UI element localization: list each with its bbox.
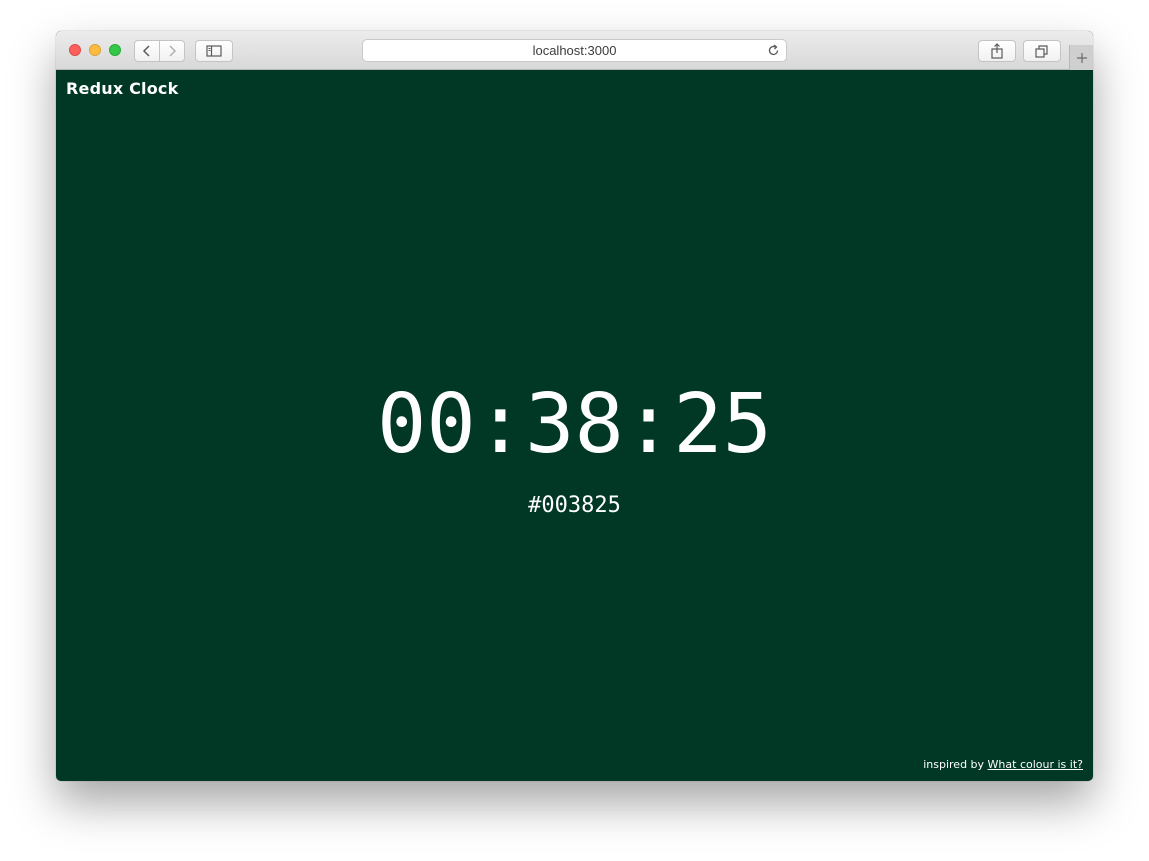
reload-button[interactable] bbox=[766, 43, 781, 58]
clock-time: 00:38:25 bbox=[377, 377, 772, 472]
back-button[interactable] bbox=[134, 40, 160, 62]
share-button[interactable] bbox=[978, 40, 1016, 62]
close-window-button[interactable] bbox=[69, 44, 81, 56]
share-icon bbox=[991, 43, 1003, 59]
new-tab-button[interactable] bbox=[1069, 45, 1093, 70]
footer-prefix: inspired by bbox=[923, 758, 988, 771]
app-title: Redux Clock bbox=[66, 79, 179, 98]
maximize-window-button[interactable] bbox=[109, 44, 121, 56]
sidebar-icon bbox=[206, 45, 222, 57]
sidebar-toggle-button[interactable] bbox=[195, 40, 233, 62]
plus-icon bbox=[1076, 52, 1087, 63]
chevron-right-icon bbox=[169, 45, 177, 57]
minimize-window-button[interactable] bbox=[89, 44, 101, 56]
browser-toolbar: localhost:3000 bbox=[56, 31, 1093, 70]
hex-color-code: #003825 bbox=[528, 493, 621, 518]
footer-link[interactable]: What colour is it? bbox=[988, 758, 1083, 771]
clock-page: Redux Clock 00:38:25 #003825 inspired by… bbox=[56, 70, 1093, 781]
address-text: localhost:3000 bbox=[532, 43, 617, 58]
reload-icon bbox=[768, 44, 779, 56]
footer-credit: inspired by What colour is it? bbox=[923, 758, 1083, 771]
chevron-left-icon bbox=[142, 45, 150, 57]
address-bar[interactable]: localhost:3000 bbox=[362, 39, 787, 62]
browser-window: localhost:3000 Redux Clock 00:38:25 #003… bbox=[56, 31, 1093, 781]
tabs-overview-button[interactable] bbox=[1023, 40, 1061, 62]
forward-button[interactable] bbox=[159, 40, 185, 62]
tabs-overview-icon bbox=[1035, 44, 1048, 58]
